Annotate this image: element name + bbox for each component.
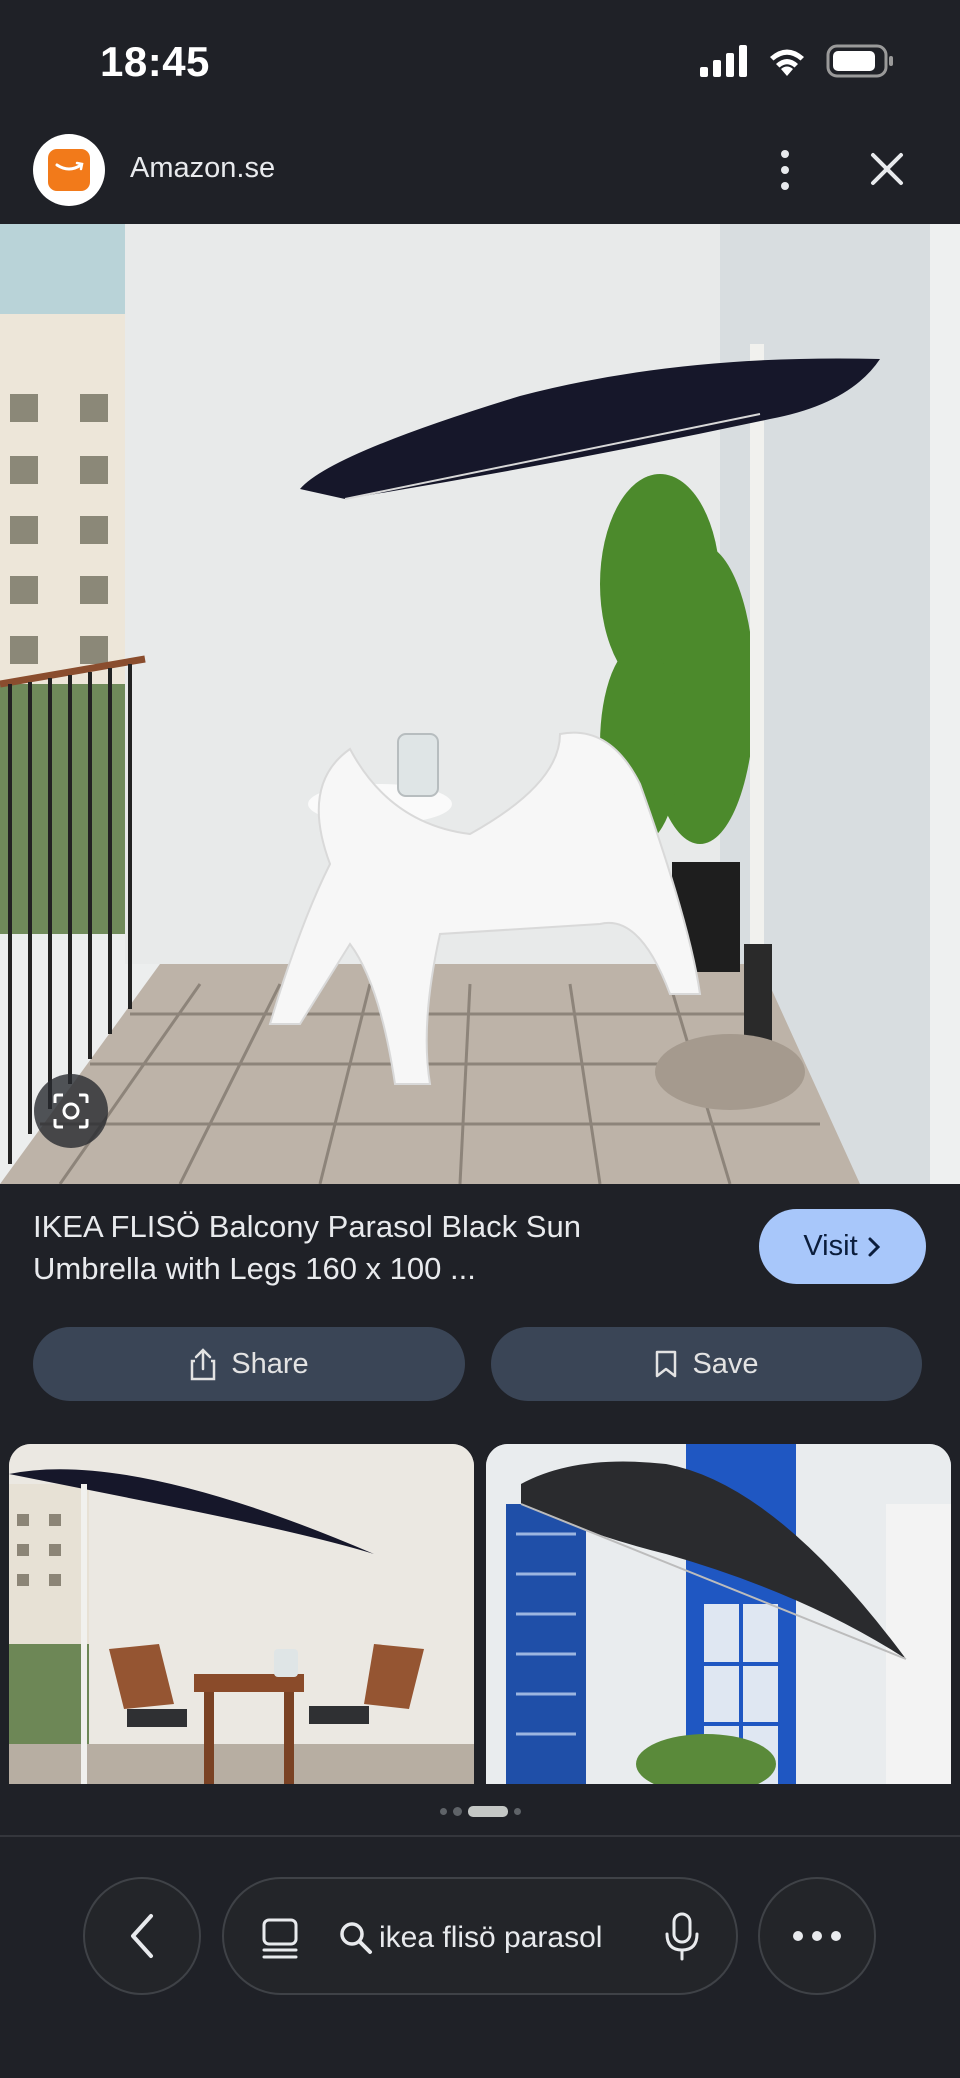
- balcony-parasol-photo: [0, 224, 960, 1184]
- visit-button[interactable]: Visit: [759, 1209, 926, 1284]
- pager-dot: [439, 1807, 447, 1815]
- tabs-icon[interactable]: [260, 1917, 300, 1961]
- result-title[interactable]: IKEA FLISÖ Balcony Parasol Black Sun Umb…: [33, 1206, 713, 1290]
- pager-dot: [513, 1807, 521, 1815]
- lens-search-button[interactable]: [34, 1074, 108, 1148]
- amazon-logo-icon[interactable]: [33, 134, 105, 206]
- save-button[interactable]: Save: [491, 1327, 922, 1401]
- lens-icon: [53, 1093, 89, 1129]
- battery-icon: [826, 44, 893, 78]
- source-header: Amazon.se: [0, 124, 960, 224]
- pager-dots: [0, 1801, 960, 1821]
- source-name[interactable]: Amazon.se: [130, 152, 275, 185]
- share-icon: [191, 1348, 216, 1381]
- related-image-1[interactable]: [9, 1444, 474, 1784]
- wifi-icon: [770, 49, 804, 76]
- search-bar[interactable]: [222, 1877, 738, 1995]
- back-button[interactable]: [83, 1877, 201, 1995]
- microphone-icon[interactable]: [664, 1912, 700, 1962]
- share-label: Share: [231, 1347, 309, 1380]
- related-image-2[interactable]: [486, 1444, 951, 1784]
- status-bar: 18:45: [0, 0, 960, 120]
- chevron-left-icon: [131, 1914, 153, 1958]
- more-button[interactable]: [758, 1877, 876, 1995]
- blue-door-balcony-photo: [486, 1444, 951, 1784]
- bookmark-icon: [656, 1350, 677, 1378]
- more-options-icon[interactable]: [768, 140, 802, 200]
- main-product-image[interactable]: [0, 224, 960, 1184]
- status-time: 18:45: [100, 38, 210, 85]
- signal-icon: [700, 45, 747, 77]
- status-icons: [700, 44, 894, 78]
- divider: [0, 1835, 960, 1837]
- dining-set-photo: [9, 1444, 474, 1784]
- more-horizontal-icon: [793, 1931, 841, 1941]
- search-input[interactable]: [379, 1915, 619, 1961]
- search-icon: [340, 1922, 372, 1954]
- share-button[interactable]: Share: [33, 1327, 465, 1401]
- pager-dot: [452, 1806, 462, 1816]
- close-icon[interactable]: [862, 144, 912, 194]
- visit-label: Visit: [803, 1230, 858, 1262]
- pager-dot-active: [467, 1805, 508, 1817]
- bottom-toolbar: [0, 1838, 960, 2078]
- chevron-right-icon: [868, 1237, 880, 1256]
- save-label: Save: [692, 1347, 759, 1380]
